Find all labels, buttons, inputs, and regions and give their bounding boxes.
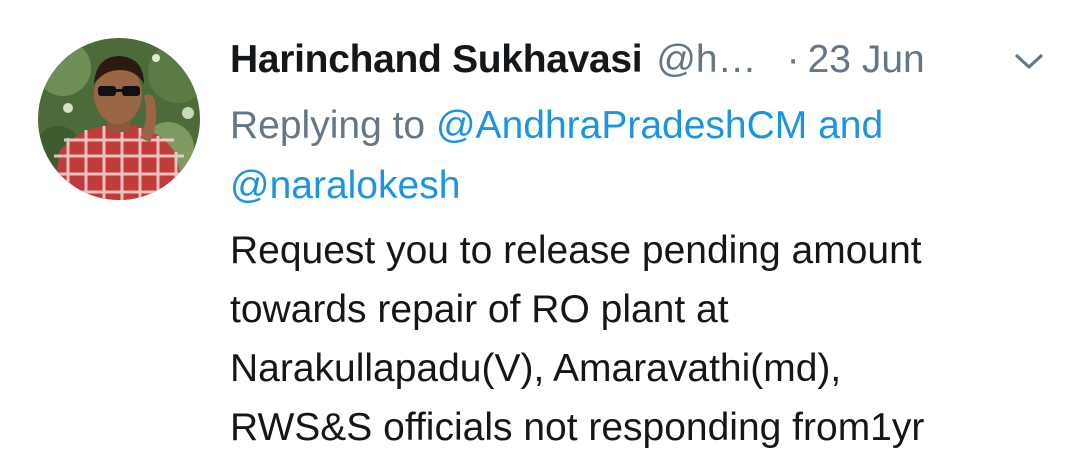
separator-dot: · bbox=[786, 38, 800, 81]
avatar[interactable] bbox=[38, 38, 200, 200]
avatar-photo-icon bbox=[38, 38, 200, 200]
replying-to-label: Replying to bbox=[230, 104, 426, 147]
tweet-header: Harinchand Sukhavasi @h… · 23 Jun bbox=[230, 36, 1050, 84]
mention-conjunction[interactable]: and bbox=[818, 104, 883, 147]
tweet-text: Request you to release pending amount to… bbox=[230, 221, 1060, 457]
chevron-down-icon bbox=[1015, 54, 1043, 69]
author-display-name[interactable]: Harinchand Sukhavasi bbox=[230, 38, 643, 82]
tweet-timestamp[interactable]: 23 Jun bbox=[808, 38, 925, 82]
mention-naralokesh[interactable]: @naralokesh bbox=[230, 164, 460, 207]
mention-andhrapradeshcm[interactable]: @AndhraPradeshCM bbox=[436, 104, 807, 147]
tweet[interactable]: Harinchand Sukhavasi @h… · 23 Jun Replyi… bbox=[0, 0, 1080, 474]
tweet-text-line: towards repair of RO plant at bbox=[230, 288, 729, 331]
tweet-text-line: Request you to release pending amount bbox=[230, 229, 922, 272]
replying-to: Replying to @AndhraPradeshCM and @naralo… bbox=[230, 96, 1060, 216]
tweet-text-line: Narakullapadu(V), Amaravathi(md), bbox=[230, 347, 842, 390]
author-handle[interactable]: @h… bbox=[656, 38, 756, 82]
tweet-text-line: RWS&S officials not responding from1yr bbox=[230, 406, 925, 449]
more-options-button[interactable] bbox=[1012, 50, 1046, 74]
